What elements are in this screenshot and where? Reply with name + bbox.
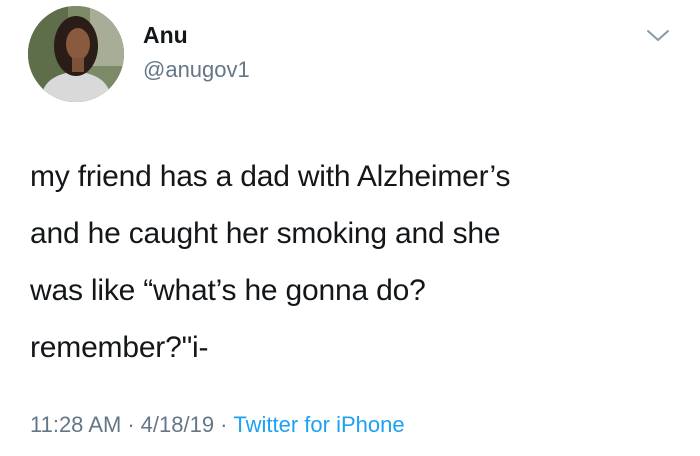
tweet-card: Anu @anugov1 my friend has a dad with Al…	[0, 0, 700, 456]
display-name[interactable]: Anu	[143, 22, 188, 49]
tweet-meta: 11:28 AM · 4/18/19 · Twitter for iPhone	[30, 412, 405, 438]
tweet-line: my friend has a dad with Alzheimer’s	[30, 160, 511, 193]
tweet-text: my friend has a dad with Alzheimer’s and…	[30, 148, 670, 376]
chevron-down-icon[interactable]	[645, 26, 671, 46]
tweet-line: and he caught her smoking and she	[30, 217, 501, 250]
meta-separator: ·	[127, 412, 135, 437]
meta-separator: ·	[220, 412, 228, 437]
avatar-photo	[28, 6, 124, 102]
tweet-line: was like “what’s he gonna do?	[30, 274, 426, 307]
tweet-source-link[interactable]: Twitter for iPhone	[233, 412, 404, 437]
tweet-date[interactable]: 4/18/19	[141, 412, 214, 437]
avatar[interactable]	[28, 6, 124, 102]
tweet-line: remember?"i-	[30, 331, 209, 364]
user-handle[interactable]: @anugov1	[143, 57, 250, 83]
tweet-time[interactable]: 11:28 AM	[30, 412, 121, 437]
